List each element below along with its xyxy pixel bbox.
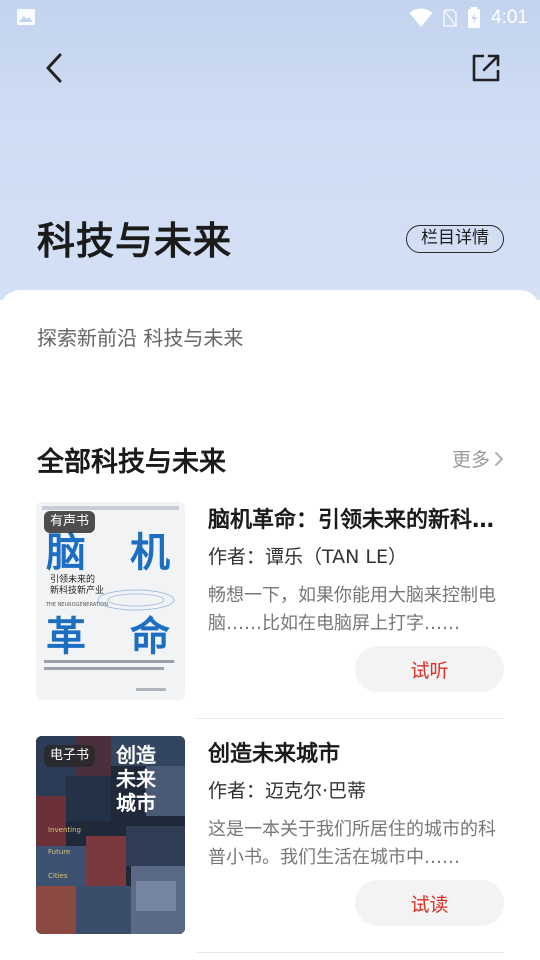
book-author: 作者：迈克尔·巴蒂 xyxy=(208,780,367,802)
book-title[interactable]: 脑机革命：引领未来的新科技新产业 xyxy=(208,502,504,534)
no-sim-icon xyxy=(443,9,457,27)
audiobook-tag: 有声书 xyxy=(44,511,96,533)
screen: 4:01 科技与未来 栏目详情 探索新前沿 科技与未来 全部科技与未来 更多 脑… xyxy=(0,0,540,960)
share-external-icon xyxy=(472,54,500,82)
cover-en: THE NEUROGENERATION xyxy=(45,602,108,608)
wifi-icon xyxy=(409,8,433,27)
cover-char-4: 命 xyxy=(130,614,170,660)
cover-en-1: Inventing xyxy=(48,826,81,834)
book-cover[interactable]: 创造 未来 城市 Inventing Future Cities 电子书 xyxy=(36,736,185,934)
chevron-left-icon xyxy=(46,53,62,83)
read-button[interactable]: 试读 xyxy=(355,880,504,926)
ebook-tag: 电子书 xyxy=(44,745,96,767)
divider xyxy=(196,718,504,719)
share-button[interactable] xyxy=(468,50,504,86)
book-item[interactable]: 脑 机 引领未来的 新科技新产业 THE NEUROGENERATION 革 命… xyxy=(36,502,504,702)
more-link[interactable]: 更多 xyxy=(452,445,504,472)
cover-en-3: Cities xyxy=(48,872,68,880)
book-item[interactable]: 创造 未来 城市 Inventing Future Cities 电子书 创造未… xyxy=(36,736,504,936)
listen-button[interactable]: 试听 xyxy=(355,646,504,692)
divider xyxy=(196,952,504,953)
cover-sub-2: 新科技新产业 xyxy=(50,584,104,596)
cover-char-2: 机 xyxy=(130,530,170,576)
content-panel: 探索新前沿 科技与未来 全部科技与未来 更多 脑 机 引领未来的 新科技新产业 … xyxy=(0,290,540,960)
image-notification-icon xyxy=(17,9,35,25)
cover-title-1: 创造 xyxy=(115,743,157,767)
status-bar: 4:01 xyxy=(0,0,540,36)
page-title: 科技与未来 xyxy=(37,219,233,263)
chevron-right-icon xyxy=(495,451,503,466)
back-button[interactable] xyxy=(36,50,72,86)
book-author: 作者：谭乐（TAN LE） xyxy=(208,546,407,568)
cover-title-2: 未来 xyxy=(116,767,157,791)
book-description: 畅想一下，如果你能用大脑来控制电脑……比如在电脑屏上打字…… xyxy=(208,585,496,634)
column-detail-button[interactable]: 栏目详情 xyxy=(406,225,504,253)
status-icons: 4:01 xyxy=(409,6,528,30)
cover-title-3: 城市 xyxy=(116,791,156,815)
cover-char-3: 革 xyxy=(46,614,86,660)
status-time: 4:01 xyxy=(491,7,528,28)
book-description: 这是一本关于我们所居住的城市的科普小书。我们生活在城市中…… xyxy=(208,819,496,868)
book-cover[interactable]: 脑 机 引领未来的 新科技新产业 THE NEUROGENERATION 革 命… xyxy=(36,502,185,700)
book-title[interactable]: 创造未来城市 xyxy=(208,736,504,768)
more-label: 更多 xyxy=(451,449,490,471)
battery-icon xyxy=(468,7,481,28)
section-title: 全部科技与未来 xyxy=(37,447,226,478)
cover-sub-1: 引领未来的 xyxy=(50,573,95,585)
cover-char-1: 脑 xyxy=(46,530,86,576)
column-subtitle: 探索新前沿 科技与未来 xyxy=(37,326,244,350)
cover-en-2: Future xyxy=(48,848,70,856)
